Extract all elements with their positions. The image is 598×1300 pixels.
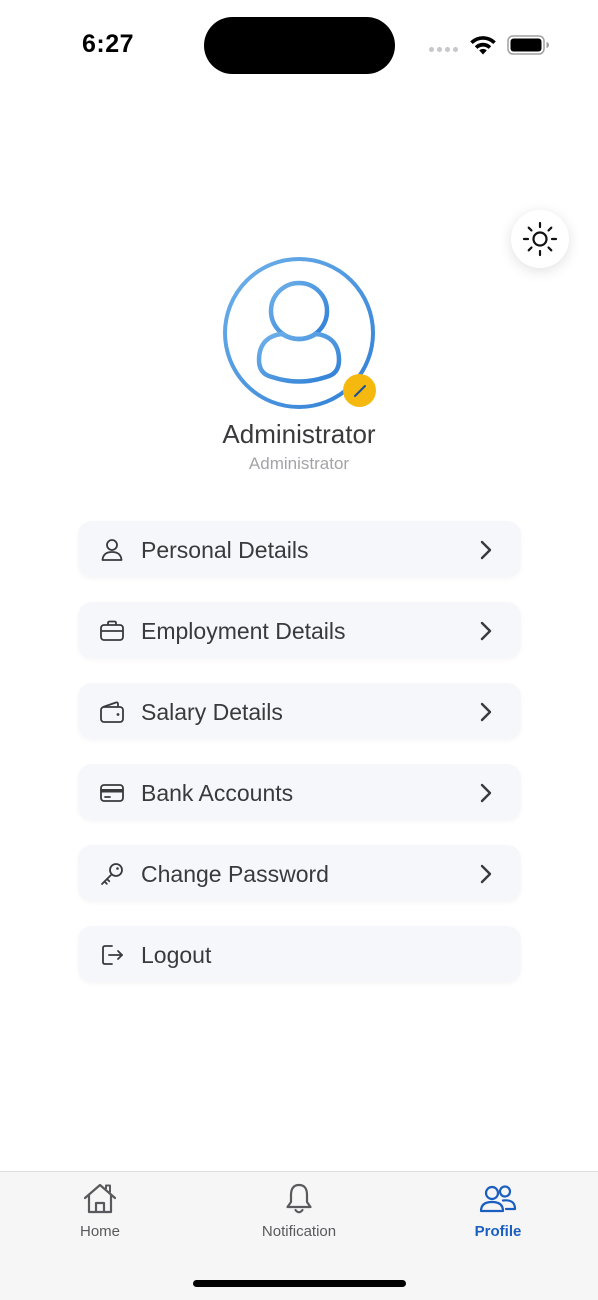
users-icon [478,1180,518,1218]
wallet-icon [99,699,125,725]
bell-icon [279,1180,319,1218]
tab-label: Notification [261,1223,337,1240]
profile-name: Administrator [222,419,376,449]
tab-notification[interactable]: Notification [239,1172,359,1252]
chevron-right-icon [480,783,492,803]
menu-item-label: Bank Accounts [141,780,294,806]
home-icon [80,1180,120,1218]
menu-item-label: Salary Details [141,699,283,725]
menu-item-personal-details[interactable]: Personal Details [78,521,521,577]
logout-icon [99,942,125,968]
home-indicator [193,1280,406,1287]
menu-item-logout[interactable]: Logout [78,926,521,982]
tab-label: Home [79,1223,120,1240]
dynamic-island [204,17,395,74]
menu-item-label: Change Password [141,861,329,887]
menu-item-change-password[interactable]: Change Password [78,845,521,901]
theme-toggle-button[interactable] [511,210,569,268]
cellular-signal-icon [429,47,458,52]
wifi-icon [470,36,496,55]
chevron-right-icon [480,540,492,560]
status-time: 6:27 [82,30,135,58]
credit-card-icon [99,780,125,806]
person-icon [99,537,125,563]
chevron-right-icon [480,864,492,884]
chevron-right-icon [480,621,492,641]
menu-item-label: Logout [141,942,212,968]
tab-home[interactable]: Home [40,1172,160,1252]
profile-role: Administrator [248,454,350,473]
key-icon [99,861,125,887]
tab-label: Profile [474,1223,522,1240]
tab-profile[interactable]: Profile [438,1172,558,1252]
briefcase-icon [99,618,125,644]
menu-item-bank-accounts[interactable]: Bank Accounts [78,764,521,820]
pencil-icon [353,384,366,397]
sun-icon [522,221,558,257]
profile-screen: 6:27 Administrator Administrator Persona… [0,0,598,1300]
menu-item-salary-details[interactable]: Salary Details [78,683,521,739]
battery-icon [507,35,549,55]
menu-item-label: Personal Details [141,537,309,563]
edit-avatar-button[interactable] [343,374,376,407]
menu-item-employment-details[interactable]: Employment Details [78,602,521,658]
menu-item-label: Employment Details [141,618,346,644]
profile-menu: Personal Details Employment Details Sala… [78,521,521,1007]
chevron-right-icon [480,702,492,722]
